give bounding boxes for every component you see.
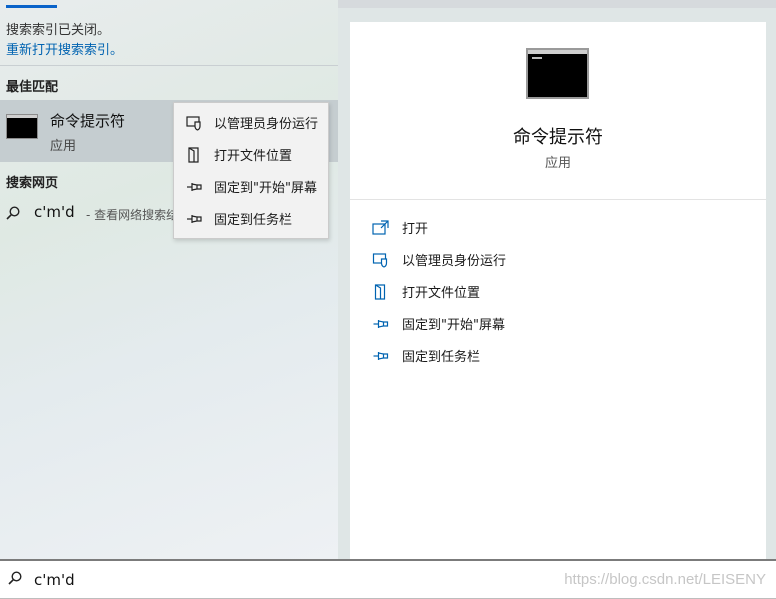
search-icon <box>8 571 22 585</box>
action-pin-to-taskbar[interactable]: 固定到任务栏 <box>372 344 672 368</box>
file-location-icon <box>374 284 386 300</box>
action-open-file-location[interactable]: 打开文件位置 <box>372 280 672 304</box>
action-pin-to-start[interactable]: 固定到"开始"屏幕 <box>372 312 672 336</box>
context-menu: 以管理员身份运行 打开文件位置 固定到"开始"屏幕 固定到任务栏 <box>173 102 329 239</box>
action-label: 打开 <box>402 222 429 237</box>
action-run-as-admin[interactable]: 以管理员身份运行 <box>372 248 672 272</box>
ctx-pin-to-taskbar[interactable]: 固定到任务栏 <box>174 203 330 233</box>
action-open[interactable]: 打开 <box>372 216 672 240</box>
action-label: 固定到"开始"屏幕 <box>402 318 505 333</box>
best-match-title: 命令提示符 <box>50 112 126 130</box>
ctx-label: 固定到任务栏 <box>214 213 293 228</box>
best-match-label: 最佳匹配 <box>6 80 59 95</box>
admin-shield-icon <box>372 253 388 268</box>
ctx-run-as-admin[interactable]: 以管理员身份运行 <box>174 107 330 137</box>
web-search-label: 搜索网页 <box>6 176 59 191</box>
search-input[interactable] <box>34 569 534 591</box>
search-icon <box>6 206 20 220</box>
web-search-result[interactable]: c'm'd - 查看网络搜索结果 <box>6 203 190 225</box>
reopen-index-link[interactable]: 重新打开搜索索引。 <box>6 39 123 58</box>
watermark: https://blog.csdn.net/LEISENY <box>564 571 766 588</box>
detail-title: 命令提示符 <box>513 127 603 148</box>
ctx-open-file-location[interactable]: 打开文件位置 <box>174 139 330 169</box>
action-label: 打开文件位置 <box>402 286 481 301</box>
file-location-icon <box>188 147 199 163</box>
ctx-label: 以管理员身份运行 <box>214 117 319 132</box>
results-pane: 搜索索引已关闭。 重新打开搜索索引。 最佳匹配 命令提示符 应用 搜索网页 c'… <box>0 0 338 560</box>
best-match-subtitle: 应用 <box>50 139 77 154</box>
index-off-notice: 搜索索引已关闭。 <box>6 23 111 38</box>
active-tab-indicator <box>6 5 57 8</box>
ctx-label: 打开文件位置 <box>214 149 293 164</box>
ctx-pin-to-start[interactable]: 固定到"开始"屏幕 <box>174 171 330 201</box>
detail-subtitle: 应用 <box>544 156 571 171</box>
cmd-icon <box>6 114 38 139</box>
open-icon <box>372 220 389 235</box>
admin-shield-icon <box>186 116 201 131</box>
detail-pane: 命令提示符 应用 打开 以管理员身份运行 打开文件位置 固定到"开始"屏幕 固定… <box>350 22 766 560</box>
pin-icon <box>373 320 389 328</box>
action-label: 固定到任务栏 <box>402 350 481 365</box>
divider <box>0 65 338 66</box>
pin-icon <box>373 352 389 360</box>
web-query-text: c'm'd <box>34 203 75 221</box>
pin-icon <box>187 215 202 223</box>
cmd-icon <box>526 48 589 99</box>
divider <box>350 199 766 200</box>
search-bar: https://blog.csdn.net/LEISENY <box>0 559 776 599</box>
action-label: 以管理员身份运行 <box>402 254 507 269</box>
ctx-label: 固定到"开始"屏幕 <box>214 181 317 196</box>
pin-icon <box>187 183 202 191</box>
